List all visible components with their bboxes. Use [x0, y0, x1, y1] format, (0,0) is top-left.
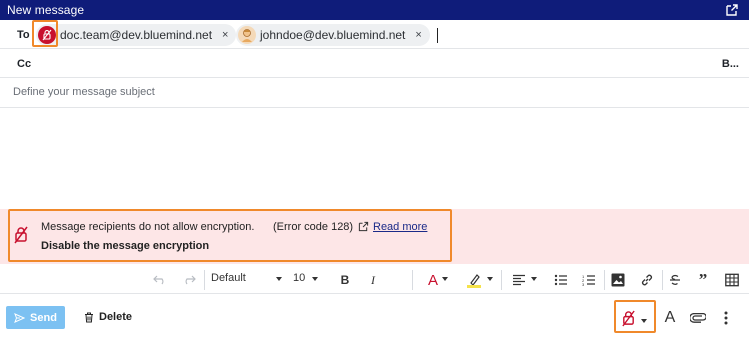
paperclip-icon: [690, 313, 706, 323]
chevron-down-icon: [531, 277, 537, 281]
formatting-toolbar: Default 10 B I A 1 2 3 ”: [0, 266, 749, 294]
divider: [412, 270, 413, 290]
text-color-button[interactable]: A: [424, 272, 442, 289]
insert-table-button[interactable]: [724, 272, 740, 288]
table-icon: [725, 273, 739, 287]
trash-icon: [85, 312, 93, 322]
align-button[interactable]: [511, 272, 527, 288]
divider: [662, 270, 663, 290]
recipient-chip[interactable]: johndoe@dev.bluemind.net ×: [236, 24, 430, 46]
divider: [604, 270, 605, 290]
remove-recipient-button[interactable]: ×: [222, 29, 228, 41]
numbered-list-icon: 1 2 3: [582, 274, 595, 286]
strikethrough-icon: [670, 274, 680, 285]
send-label: Send: [30, 311, 57, 324]
font-size-value: 10: [293, 272, 306, 284]
insert-link-button[interactable]: [639, 272, 655, 288]
font-family-select[interactable]: Default: [211, 272, 283, 284]
chevron-down-icon: [442, 277, 448, 281]
cc-row[interactable]: Cc B...: [0, 50, 749, 78]
more-options-icon[interactable]: [720, 309, 732, 327]
strikethrough-button[interactable]: [668, 272, 682, 288]
cc-label: Cc: [17, 58, 32, 70]
bullet-list-icon: [554, 274, 567, 286]
chevron-down-icon: [276, 277, 282, 281]
user-avatar: [238, 26, 256, 44]
font-family-value: Default: [211, 272, 246, 284]
image-icon: [611, 273, 625, 287]
insert-image-button[interactable]: [610, 272, 626, 288]
subject-input[interactable]: Define your message subject: [13, 86, 155, 98]
highlight-box-avatar: [32, 20, 58, 47]
align-left-icon: [513, 274, 525, 286]
divider: [204, 270, 205, 290]
window-title: New message: [7, 3, 85, 17]
recipient-chip[interactable]: doc.team@dev.bluemind.net ×: [36, 24, 237, 46]
delete-button[interactable]: Delete: [84, 311, 132, 323]
send-button[interactable]: Send: [6, 306, 65, 329]
open-in-new-window-icon[interactable]: [725, 3, 739, 17]
undo-icon[interactable]: [152, 272, 168, 288]
font-size-select[interactable]: 10: [293, 272, 323, 284]
highlighter-icon: [467, 274, 481, 288]
chevron-down-icon: [487, 277, 493, 281]
attach-file-button[interactable]: [689, 309, 707, 327]
italic-button[interactable]: I: [366, 272, 380, 288]
to-row: To doc.team@dev.bluemind.net × johndoe@d…: [0, 21, 749, 49]
quote-button[interactable]: ”: [696, 270, 710, 289]
remove-recipient-button[interactable]: ×: [415, 29, 421, 41]
recipient-address: johndoe@dev.bluemind.net: [260, 28, 406, 42]
to-input-caret[interactable]: [437, 28, 438, 43]
redo-icon[interactable]: [181, 272, 197, 288]
send-icon: [14, 312, 26, 323]
person-avatar-icon: [242, 29, 252, 42]
highlight-box-encryption: [614, 300, 656, 333]
bulleted-list-button[interactable]: [554, 272, 568, 288]
bcc-toggle[interactable]: B...: [722, 58, 739, 70]
to-label: To: [17, 29, 30, 41]
recipient-address: doc.team@dev.bluemind.net: [60, 28, 213, 42]
highlight-color-button[interactable]: [465, 272, 483, 288]
link-icon: [641, 274, 653, 286]
bold-button[interactable]: B: [338, 272, 352, 288]
title-bar: New message: [0, 0, 749, 20]
divider: [0, 107, 749, 108]
text-format-button[interactable]: A: [662, 309, 678, 327]
highlight-box-alert: [8, 209, 452, 262]
numbered-list-button[interactable]: 1 2 3: [582, 272, 596, 288]
divider: [501, 270, 502, 290]
chevron-down-icon: [312, 277, 318, 281]
delete-label: Delete: [99, 311, 133, 323]
svg-text:3: 3: [582, 282, 585, 286]
